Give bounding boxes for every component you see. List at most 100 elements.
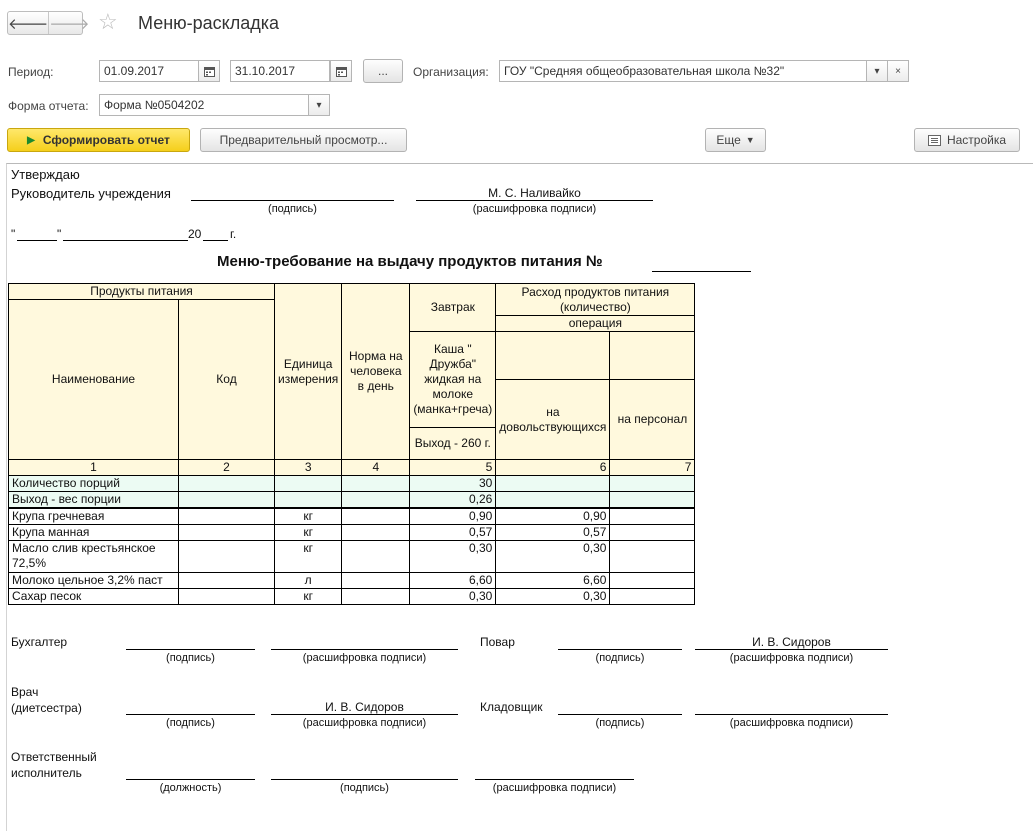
summary-name: Количество порций <box>8 475 179 492</box>
doctor-label: Врач (диетсестра) <box>11 685 82 715</box>
arrow-right-icon: 🡒 <box>49 15 90 33</box>
header-students: на довольствующихся <box>495 379 611 460</box>
star-icon[interactable]: ☆ <box>98 10 118 34</box>
storekeeper-name-line <box>695 714 888 715</box>
header-staff: на персонал <box>609 379 696 460</box>
chevron-down-icon: ▾ <box>316 99 322 111</box>
header-operation-empty-1 <box>495 331 611 380</box>
col-number: 6 <box>495 459 611 476</box>
summary-qty: 30 <box>409 475 497 492</box>
date-from-field[interactable]: 01.09.2017 <box>99 60 199 82</box>
product-unit: кг <box>273 588 343 605</box>
header-name: Наименование <box>8 299 179 460</box>
date-year-suffix: г. <box>230 227 237 241</box>
date-year-line <box>203 240 228 241</box>
table-row: Сахар песок кг 0,30 0,30 <box>8 588 696 605</box>
product-unit: кг <box>273 507 343 525</box>
header-code: Код <box>178 299 275 460</box>
accountant-name-line <box>271 649 458 650</box>
product-unit: кг <box>273 524 343 541</box>
column-numbers-row: 1 2 3 4 5 6 7 <box>8 459 696 476</box>
date-to-calendar-button[interactable] <box>330 60 352 82</box>
settings-label: Настройка <box>946 133 1007 147</box>
settings-button[interactable]: Настройка <box>914 128 1020 152</box>
organization-label: Организация: <box>413 65 489 79</box>
generate-report-button[interactable]: ▶ Сформировать отчет <box>7 128 190 152</box>
preview-button[interactable]: Предварительный просмотр... <box>200 128 407 152</box>
navigation-buttons: 🡐 🡒 <box>7 11 89 35</box>
accountant-label: Бухгалтер <box>11 635 68 649</box>
product-qty: 0,90 <box>409 507 497 525</box>
product-students: 0,57 <box>495 524 611 541</box>
chevron-down-icon: ▼ <box>745 135 755 145</box>
header-norm: Норма на человека в день <box>341 283 411 460</box>
doctor-name-line <box>271 714 458 715</box>
accountant-sign-line <box>126 649 255 650</box>
table-row: Масло слив крестьянское 72,5% кг 0,30 0,… <box>8 540 696 573</box>
signature-decode-caption: (расшифровка подписи) <box>302 717 427 729</box>
date-year-prefix: 20 <box>188 227 202 241</box>
organization-field[interactable]: ГОУ "Средняя общеобразовательная школа №… <box>499 60 867 82</box>
products-table: Продукты питания Единица измерения Норма… <box>8 283 696 605</box>
signature-caption: (подпись) <box>595 717 645 729</box>
window-title: Меню-раскладка <box>138 13 280 33</box>
signature-decode-caption: (расшифровка подписи) <box>729 717 854 729</box>
cook-label: Повар <box>480 635 515 649</box>
cook-name: И. В. Сидоров <box>752 635 831 649</box>
period-select-button[interactable]: ... <box>363 59 403 83</box>
col-number: 4 <box>341 459 411 476</box>
doctor-name: И. В. Сидоров <box>325 700 404 714</box>
signature-caption: (подпись) <box>268 203 317 215</box>
close-icon: × <box>895 65 901 77</box>
header-breakfast: Завтрак <box>409 283 497 332</box>
calendar-icon <box>335 66 347 77</box>
product-qty: 0,57 <box>409 524 497 541</box>
signature-caption: (подпись) <box>166 717 215 729</box>
storekeeper-sign-line <box>558 714 682 715</box>
product-name: Масло слив крестьянское 72,5% <box>8 540 179 573</box>
signature-caption: (подпись) <box>340 782 389 794</box>
product-name: Молоко цельное 3,2% паст <box>8 572 179 589</box>
summary-name: Выход - вес порции <box>8 491 179 509</box>
responsible-name-line <box>475 779 634 780</box>
col-number: 7 <box>609 459 696 476</box>
report-form-field[interactable]: Форма №0504202 <box>99 94 309 116</box>
signature-caption: (подпись) <box>166 652 215 664</box>
back-button[interactable]: 🡐 <box>8 12 48 34</box>
responsible-label: Ответственный исполнитель <box>11 750 97 780</box>
organization-dropdown-button[interactable]: ▾ <box>866 60 888 82</box>
table-row: Крупа гречневая кг 0,90 0,90 <box>8 507 696 525</box>
arrow-left-icon: 🡐 <box>8 15 49 33</box>
period-label: Период: <box>8 65 54 79</box>
chevron-down-icon: ▾ <box>874 65 880 77</box>
signature-decode-caption: (расшифровка подписи) <box>472 203 597 215</box>
organization-clear-button[interactable]: × <box>887 60 909 82</box>
col-number: 3 <box>273 459 343 476</box>
more-button[interactable]: Еще ▼ <box>705 128 766 152</box>
product-qty: 0,30 <box>409 588 497 605</box>
date-from-calendar-button[interactable] <box>198 60 220 82</box>
head-label: Руководитель учреждения <box>11 186 171 201</box>
product-students: 0,30 <box>495 540 611 573</box>
signature-caption: (подпись) <box>595 652 645 664</box>
product-name: Крупа гречневая <box>8 507 179 525</box>
product-students: 0,90 <box>495 507 611 525</box>
responsible-position-line <box>126 779 255 780</box>
date-quote-close: " <box>57 227 62 241</box>
storekeeper-label: Кладовщик <box>480 700 543 714</box>
header-dish: Каша " Дружба" жидкая на молоке (манка+г… <box>409 331 497 428</box>
play-icon: ▶ <box>27 134 35 146</box>
table-row: Молоко цельное 3,2% паст л 6,60 6,60 <box>8 572 696 589</box>
report-form-dropdown-button[interactable]: ▾ <box>308 94 330 116</box>
head-name-line <box>416 200 653 201</box>
forward-button[interactable]: 🡒 <box>48 12 89 34</box>
header-consumption: Расход продуктов питания (количество) <box>495 283 696 316</box>
report-number-line <box>652 271 751 272</box>
date-to-field[interactable]: 31.10.2017 <box>230 60 330 82</box>
col-number: 5 <box>409 459 497 476</box>
product-name: Крупа манная <box>8 524 179 541</box>
col-number: 1 <box>8 459 179 476</box>
responsible-sign-line <box>271 779 458 780</box>
summary-qty: 0,26 <box>409 491 497 509</box>
product-unit: кг <box>273 540 343 573</box>
